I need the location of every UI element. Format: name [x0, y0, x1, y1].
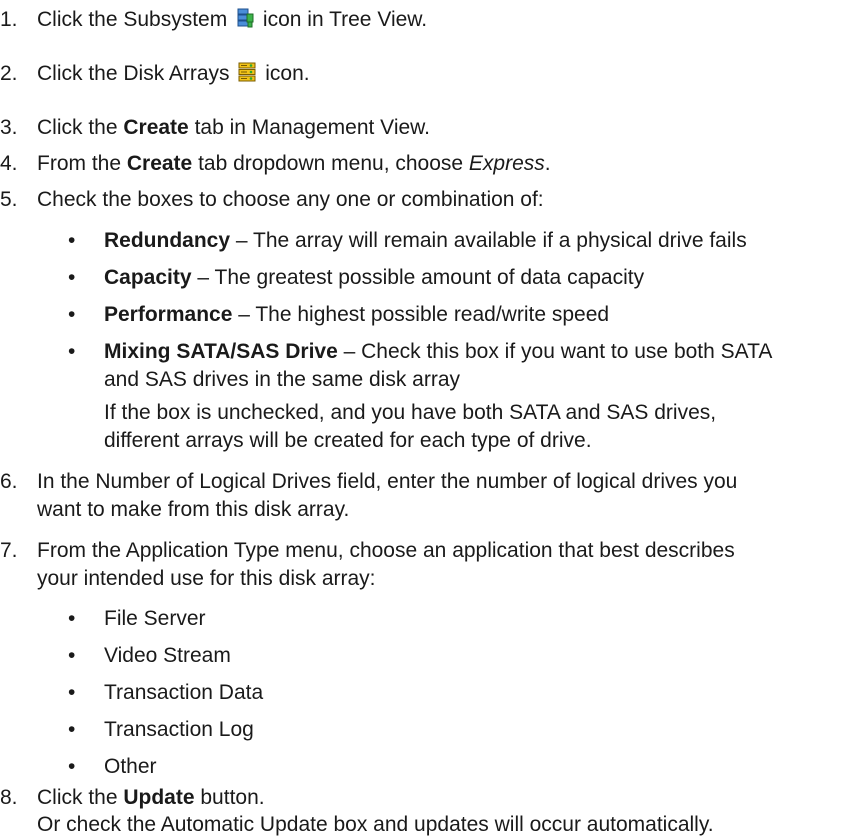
bullet: •	[68, 718, 76, 741]
bullet: •	[68, 266, 76, 289]
option-desc: – The greatest possible amount of data c…	[191, 266, 645, 289]
option-desc: – The array will remain available if a p…	[230, 229, 747, 252]
option-text: Performance – The highest possible read/…	[104, 301, 860, 329]
step-text: Check the boxes to choose any one or com…	[37, 188, 544, 211]
disk-arrays-icon	[238, 62, 256, 82]
option-note-continued: different arrays will be created for eac…	[104, 429, 592, 452]
bullet: •	[68, 644, 76, 667]
step-text-continued: your intended use for this disk array:	[37, 567, 376, 590]
option-term: Mixing SATA/SAS Drive	[104, 340, 338, 363]
option-text: Capacity – The greatest possible amount …	[104, 264, 860, 292]
create-tab-label: Create	[126, 152, 193, 175]
step-text-pre: Click the	[37, 116, 124, 139]
step-text-pre: Click the Disk Arrays	[37, 62, 230, 85]
step-text-pre: Click the	[37, 786, 124, 809]
option-term: Redundancy	[104, 229, 231, 252]
step-text-mid: tab dropdown menu, choose	[192, 152, 469, 175]
step-text: In the Number of Logical Drives field, e…	[37, 470, 738, 493]
step-number: 7.	[0, 539, 18, 562]
option-desc: – The highest possible read/write speed	[232, 303, 610, 326]
bullet: •	[68, 340, 76, 363]
step-text: Click the Disk Arrays icon.	[37, 60, 310, 88]
step-text: Click the Subsystem icon in Tree View.	[37, 6, 427, 34]
app-type-label: File Server	[104, 607, 206, 630]
app-type-label: Transaction Data	[104, 681, 264, 704]
step-text: From the Application Type menu, choose a…	[37, 539, 735, 562]
subsystem-icon	[237, 8, 254, 28]
app-type-label: Video Stream	[104, 644, 231, 667]
option-text: Redundancy – The array will remain avail…	[104, 227, 860, 255]
bullet: •	[68, 755, 76, 778]
app-type-label: Other	[104, 755, 157, 778]
step-text: Click the Update button.	[37, 784, 265, 812]
option-term: Capacity	[104, 266, 192, 289]
step-text: From the Create tab dropdown menu, choos…	[37, 150, 551, 178]
step-text-post: .	[544, 152, 551, 175]
step-number: 1.	[0, 8, 18, 31]
update-button-label: Update	[123, 786, 195, 809]
bullet: •	[68, 303, 76, 326]
bullet: •	[68, 681, 76, 704]
option-desc: – Check this box if you want to use both…	[337, 340, 773, 363]
step-text-pre: Click the Subsystem	[37, 8, 228, 31]
bullet: •	[68, 607, 76, 630]
option-desc-continued: and SAS drives in the same disk array	[104, 368, 460, 391]
step-note: Or check the Automatic Update box and up…	[37, 813, 714, 836]
bullet: •	[68, 229, 76, 252]
step-text-post: button.	[194, 786, 265, 809]
step-number: 4.	[0, 152, 18, 175]
step-text: Click the Create tab in Management View.	[37, 114, 430, 142]
step-text-post: icon.	[265, 62, 310, 85]
step-number: 5.	[0, 188, 18, 211]
option-term: Performance	[104, 303, 233, 326]
option-note: If the box is unchecked, and you have bo…	[104, 401, 717, 424]
option-text: Mixing SATA/SAS Drive – Check this box i…	[104, 338, 860, 366]
step-text-post: icon in Tree View.	[262, 8, 428, 31]
step-number: 8.	[0, 786, 18, 809]
step-number: 2.	[0, 62, 18, 85]
app-type-label: Transaction Log	[104, 718, 254, 741]
step-text-post: tab in Management View.	[188, 116, 430, 139]
step-text-continued: want to make from this disk array.	[37, 498, 350, 521]
express-option: Express	[468, 152, 545, 175]
step-text-pre: From the	[37, 152, 127, 175]
step-number: 3.	[0, 116, 18, 139]
step-number: 6.	[0, 470, 18, 493]
create-tab-label: Create	[123, 116, 189, 139]
